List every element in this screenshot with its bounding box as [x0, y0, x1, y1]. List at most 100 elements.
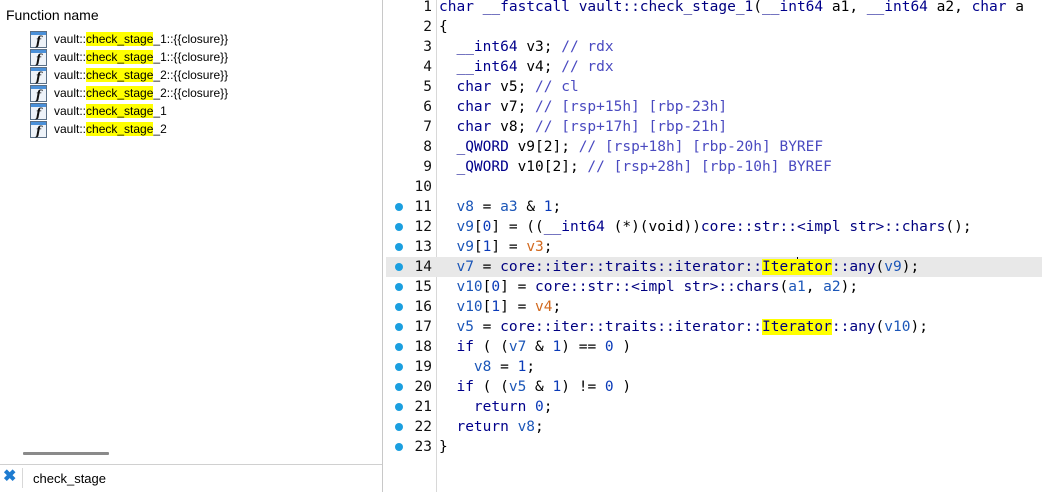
code-token: v7 [508, 339, 527, 355]
breakpoint-dot-icon[interactable] [395, 283, 403, 291]
code-token: (); [945, 219, 972, 235]
code-token: ] = [500, 299, 536, 315]
function-name-label: vault::check_stage_1::{{closure}} [54, 50, 228, 64]
code-line[interactable]: 18 if ( (v7 & 1) == 0 ) [386, 337, 1042, 357]
code-token: ] = [500, 279, 536, 295]
code-line[interactable]: 1 char __fastcall vault::check_stage_1(__… [386, 0, 1042, 17]
search-match-highlight: ator [796, 259, 832, 275]
function-name-column-header[interactable]: Function name [6, 7, 99, 23]
breakpoint-dot-icon[interactable] [395, 323, 403, 331]
code-token: a1, [831, 0, 867, 15]
code-line[interactable]: 9 _QWORD v10[2]; // [rsp+28h] [rbp-10h] … [386, 157, 1042, 177]
line-number: 7 [423, 119, 432, 135]
code-token: ( [779, 279, 789, 295]
code-token: 0 [604, 379, 614, 395]
function-list-item[interactable]: f vault::check_stage_1::{{closure}} [30, 48, 228, 66]
breakpoint-dot-icon[interactable] [395, 303, 403, 311]
code-text: char v8; // [rsp+17h] [rbp-21h] [439, 117, 727, 137]
breakpoint-dot-icon[interactable] [395, 383, 403, 391]
code-line[interactable]: 4 __int64 v4; // rdx [386, 57, 1042, 77]
line-number: 14 [414, 259, 432, 275]
code-token: // [rsp+18h] [rbp-20h] BYREF [578, 139, 824, 155]
breakpoint-dot-icon[interactable] [395, 443, 403, 451]
code-line[interactable]: 12 v9[0] = ((__int64 (*)(void))core::str… [386, 217, 1042, 237]
code-text: char v7; // [rsp+15h] [rbp-23h] [439, 97, 727, 117]
line-number: 21 [414, 399, 432, 415]
code-token: , [805, 279, 824, 295]
line-number: 10 [414, 179, 432, 195]
breakpoint-dot-icon[interactable] [395, 403, 403, 411]
code-line[interactable]: 23} [386, 437, 1042, 457]
code-line[interactable]: 5 char v5; // cl [386, 77, 1042, 97]
code-line[interactable]: 11 v8 = a3 & 1; [386, 197, 1042, 217]
code-token: [ [473, 219, 483, 235]
pseudocode-view[interactable]: 1 char __fastcall vault::check_stage_1(__… [386, 0, 1042, 492]
function-list-item[interactable]: f vault::check_stage_2 [30, 120, 228, 138]
function-name-label: vault::check_stage_2::{{closure}} [54, 86, 228, 100]
code-token: 1 [552, 339, 562, 355]
code-line[interactable]: 14 v7 = core::iter::traits::iterator::It… [386, 257, 1042, 277]
code-text: char __fastcall vault::check_stage_1(__i… [439, 0, 1024, 17]
breakpoint-dot-icon[interactable] [395, 243, 403, 251]
line-number: 5 [423, 79, 432, 95]
code-token: ( ( [473, 339, 509, 355]
function-list-item[interactable]: f vault::check_stage_2::{{closure}} [30, 66, 228, 84]
function-list-item[interactable]: f vault::check_stage_1::{{closure}} [30, 30, 228, 48]
code-line[interactable]: 2{ [386, 17, 1042, 37]
code-line[interactable]: 6 char v7; // [rsp+15h] [rbp-23h] [386, 97, 1042, 117]
breakpoint-dot-icon[interactable] [395, 263, 403, 271]
code-line[interactable]: 8 _QWORD v9[2]; // [rsp+18h] [rbp-20h] B… [386, 137, 1042, 157]
code-token: ; [552, 299, 562, 315]
function-name-part: _1 [153, 104, 167, 118]
function-list-item[interactable]: f vault::check_stage_1 [30, 102, 228, 120]
code-token: ) == [561, 339, 605, 355]
code-token: _QWORD [439, 159, 518, 175]
code-line[interactable]: 22 return v8; [386, 417, 1042, 437]
function-name-part: vault:: [54, 50, 87, 64]
code-line[interactable]: 19 v8 = 1; [386, 357, 1042, 377]
breakpoint-dot-icon[interactable] [395, 423, 403, 431]
function-list-item[interactable]: f vault::check_stage_2::{{closure}} [30, 84, 228, 102]
code-token: v8; [500, 119, 536, 135]
code-token: __int64 [439, 59, 527, 75]
code-line[interactable]: 16 v10[1] = v4; [386, 297, 1042, 317]
code-token: a1 [788, 279, 806, 295]
code-token: 0 [604, 339, 614, 355]
filter-input[interactable] [22, 468, 380, 488]
code-line[interactable]: 17 v5 = core::iter::traits::iterator::It… [386, 317, 1042, 337]
code-text: if ( (v7 & 1) == 0 ) [439, 337, 631, 357]
breakpoint-dot-icon[interactable] [395, 223, 403, 231]
code-token: ) != [561, 379, 605, 395]
code-token: __int64 [543, 219, 605, 235]
code-line[interactable]: 20 if ( (v5 & 1) != 0 ) [386, 377, 1042, 397]
code-line[interactable]: 15 v10[0] = core::str::<impl str>::chars… [386, 277, 1042, 297]
breakpoint-dot-icon[interactable] [395, 363, 403, 371]
line-number: 11 [414, 199, 432, 215]
code-text: v10[1] = v4; [439, 297, 561, 317]
code-line[interactable]: 13 v9[1] = v3; [386, 237, 1042, 257]
function-icon: f [30, 120, 47, 138]
code-line[interactable]: 3 __int64 v3; // rdx [386, 37, 1042, 57]
horizontal-scrollbar[interactable] [23, 452, 109, 455]
breakpoint-dot-icon[interactable] [395, 203, 403, 211]
function-name-part: _1::{{closure}} [153, 50, 229, 64]
code-token: & [526, 379, 553, 395]
line-number: 1 [423, 0, 432, 15]
function-name-part: vault:: [54, 104, 87, 118]
code-token: 1 [491, 299, 501, 315]
code-token: a3 [500, 199, 518, 215]
function-icon: f [30, 48, 47, 66]
code-line[interactable]: 21 return 0; [386, 397, 1042, 417]
line-number: 2 [423, 19, 432, 35]
code-token: a [1015, 0, 1024, 15]
code-line[interactable]: 10 [386, 177, 1042, 197]
code-line[interactable]: 7 char v8; // [rsp+17h] [rbp-21h] [386, 117, 1042, 137]
breakpoint-dot-icon[interactable] [395, 343, 403, 351]
code-token: core::str::<impl str>::chars [700, 219, 946, 235]
code-token: vault::check_stage_1 [578, 0, 754, 15]
function-name-part: vault:: [54, 32, 87, 46]
code-token: v10[2]; [517, 159, 588, 175]
code-token: return [439, 419, 518, 435]
code-token: ] = [491, 239, 527, 255]
close-x-icon[interactable]: ✖ [3, 468, 19, 486]
